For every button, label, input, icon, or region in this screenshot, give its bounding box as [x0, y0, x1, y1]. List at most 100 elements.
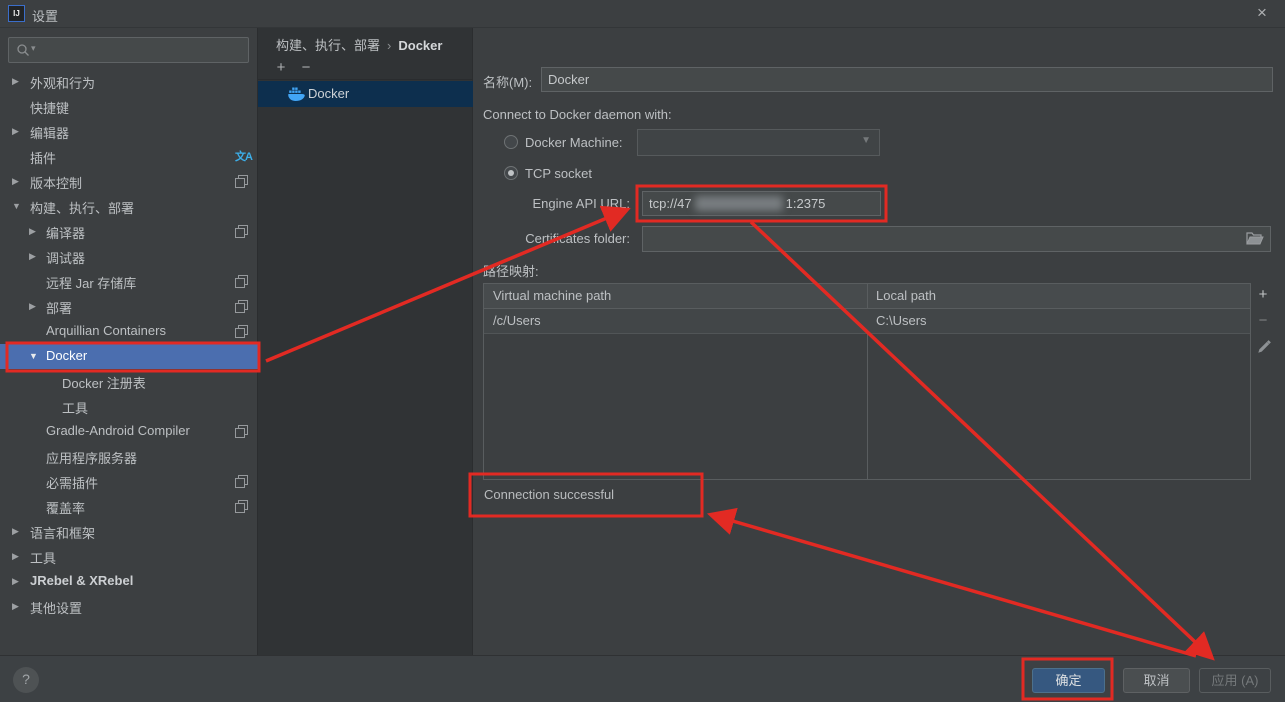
tree-item-label: 调试器: [46, 248, 85, 267]
tree-item-arquillian-containers[interactable]: Arquillian Containers: [0, 319, 258, 344]
breadcrumb-parent[interactable]: 构建、执行、部署: [276, 38, 380, 53]
tree-item-coverage[interactable]: 覆盖率: [0, 494, 258, 519]
docker-machine-radio[interactable]: [504, 135, 518, 149]
name-label: 名称(M):: [483, 72, 532, 91]
chevron-down-icon: ▼: [861, 135, 871, 146]
tree-item-label: JRebel & XRebel: [30, 573, 133, 588]
chevron-right-icon[interactable]: ▶: [12, 576, 19, 587]
tree-item-build-execution-deployment[interactable]: ▼ 构建、执行、部署: [0, 194, 258, 219]
tree-item-label: Docker: [46, 348, 87, 363]
redacted-host-blur: [695, 196, 783, 211]
tree-item-debugger[interactable]: ▶ 调试器: [0, 244, 258, 269]
tree-item-application-servers[interactable]: 应用程序服务器: [0, 444, 258, 469]
breadcrumb: 构建、执行、部署›Docker: [276, 35, 442, 54]
add-mapping-button[interactable]: +: [1255, 287, 1271, 303]
tree-item-label: 工具: [30, 548, 56, 567]
tree-item-deployment[interactable]: ▶ 部署: [0, 294, 258, 319]
tree-item-remote-jar-repositories[interactable]: 远程 Jar 存储库: [0, 269, 258, 294]
list-toolbar: + −: [258, 58, 473, 80]
tree-item-label: 覆盖率: [46, 498, 85, 517]
path-mappings-table: Virtual machine path Local path /c/Users…: [483, 283, 1251, 480]
chevron-right-icon[interactable]: ▶: [12, 526, 19, 537]
tree-item-languages-frameworks[interactable]: ▶ 语言和框架: [0, 519, 258, 544]
tree-item-label: 外观和行为: [30, 73, 95, 92]
tree-item-label: 编辑器: [30, 123, 69, 142]
cancel-button[interactable]: 取消: [1123, 668, 1190, 693]
tree-item-docker-tools[interactable]: 工具: [0, 394, 258, 419]
share-settings-icon: [235, 225, 248, 238]
tree-item-tools[interactable]: ▶ 工具: [0, 544, 258, 569]
chevron-down-icon[interactable]: ▼: [29, 351, 38, 361]
engine-api-url-suffix: 1:2375: [786, 196, 826, 211]
tree-item-appearance[interactable]: ▶ 外观和行为: [0, 69, 258, 94]
tree-item-label: 版本控制: [30, 173, 82, 192]
help-button[interactable]: ?: [13, 667, 39, 693]
tree-item-required-plugins[interactable]: 必需插件: [0, 469, 258, 494]
chevron-right-icon[interactable]: ▶: [12, 76, 19, 87]
tree-item-version-control[interactable]: ▶ 版本控制: [0, 169, 258, 194]
engine-api-url-label: Engine API URL:: [483, 196, 630, 211]
tcp-socket-radio[interactable]: [504, 166, 518, 180]
tree-item-compiler[interactable]: ▶ 编译器: [0, 219, 258, 244]
share-settings-icon: [235, 475, 248, 488]
tree-item-label: Gradle-Android Compiler: [46, 423, 190, 438]
tree-item-label: 插件: [30, 148, 56, 167]
certificates-folder-field[interactable]: [642, 226, 1271, 252]
translate-icon: 文A: [235, 148, 252, 164]
tree-item-label: Arquillian Containers: [46, 323, 166, 338]
tree-item-label: 部署: [46, 298, 72, 317]
chevron-right-icon[interactable]: ▶: [12, 126, 19, 137]
chevron-right-icon[interactable]: ▶: [29, 301, 36, 312]
table-row[interactable]: /c/UsersC:\Users: [484, 309, 1250, 334]
table-header-local-path: Local path: [876, 288, 936, 303]
tree-item-editor[interactable]: ▶ 编辑器: [0, 119, 258, 144]
docker-whale-icon: [288, 87, 305, 102]
dialog-footer: ? 确定 取消 应用 (A): [0, 655, 1285, 702]
docker-list-panel: 构建、执行、部署›Docker + − Docker: [258, 28, 473, 655]
tree-item-label: 其他设置: [30, 598, 82, 617]
tree-item-plugins[interactable]: 插件 文A: [0, 144, 258, 169]
annotation-arrow-to-status: [712, 515, 1196, 656]
name-field[interactable]: Docker: [541, 67, 1273, 92]
chevron-right-icon[interactable]: ▶: [12, 551, 19, 562]
edit-mapping-icon[interactable]: [1256, 339, 1272, 355]
tree-item-label: 构建、执行、部署: [30, 198, 134, 217]
tree-item-docker-registry[interactable]: Docker 注册表: [0, 369, 258, 394]
remove-docker-config-button[interactable]: −: [297, 58, 315, 78]
table-header-vm-path: Virtual machine path: [493, 288, 611, 303]
chevron-right-icon[interactable]: ▶: [12, 601, 19, 612]
chevron-right-icon[interactable]: ▶: [29, 251, 36, 262]
tree-item-label: 编译器: [46, 223, 85, 242]
settings-tree: ▶ 外观和行为快捷键 ▶ 编辑器插件 文A ▶ 版本控制 ▼ 构建、执行、部署 ▶ 编译器 ▶ 调试器远…: [0, 28, 258, 655]
docker-config-label: Docker: [308, 86, 349, 101]
cell-vm-path: /c/Users: [493, 313, 541, 328]
docker-machine-radio-label: Docker Machine:: [525, 135, 623, 150]
add-docker-config-button[interactable]: +: [272, 58, 290, 78]
tree-item-label: 语言和框架: [30, 523, 95, 542]
chevron-right-icon[interactable]: ▶: [12, 176, 19, 187]
remove-mapping-button[interactable]: −: [1255, 313, 1271, 329]
tree-item-keymap[interactable]: 快捷键: [0, 94, 258, 119]
engine-api-url-field[interactable]: tcp://471:2375: [642, 191, 881, 216]
apply-button[interactable]: 应用 (A): [1199, 668, 1271, 693]
tree-item-jrebel-xrebel[interactable]: ▶ JRebel & XRebel: [0, 569, 258, 594]
tree-item-docker[interactable]: ▼ Docker: [0, 344, 258, 369]
docker-config-list-item[interactable]: Docker: [258, 81, 473, 107]
ok-button[interactable]: 确定: [1032, 668, 1105, 693]
dialog-title: 设置: [32, 6, 58, 25]
certificates-folder-label: Certificates folder:: [483, 231, 630, 246]
tree-item-other-settings[interactable]: ▶ 其他设置: [0, 594, 258, 619]
tree-item-gradle-android-compiler[interactable]: Gradle-Android Compiler: [0, 419, 258, 444]
breadcrumb-leaf: Docker: [398, 38, 442, 53]
tcp-socket-radio-label: TCP socket: [525, 166, 592, 181]
connection-status-message: Connection successful: [484, 487, 614, 502]
chevron-right-icon[interactable]: ▶: [29, 226, 36, 237]
settings-sidebar: ▾ ▶外观和行为快捷键▶编辑器插件文A▶版本控制▼构建、执行、部署▶编译器▶调试…: [0, 28, 258, 655]
tree-item-label: 远程 Jar 存储库: [46, 273, 136, 292]
docker-machine-select[interactable]: ▼: [637, 129, 880, 156]
tree-item-label: 工具: [62, 398, 88, 417]
close-icon[interactable]: ×: [1251, 2, 1273, 24]
connect-mode-label: Connect to Docker daemon with:: [483, 107, 672, 122]
browse-folder-icon[interactable]: [1246, 231, 1264, 246]
chevron-down-icon[interactable]: ▼: [12, 201, 21, 211]
